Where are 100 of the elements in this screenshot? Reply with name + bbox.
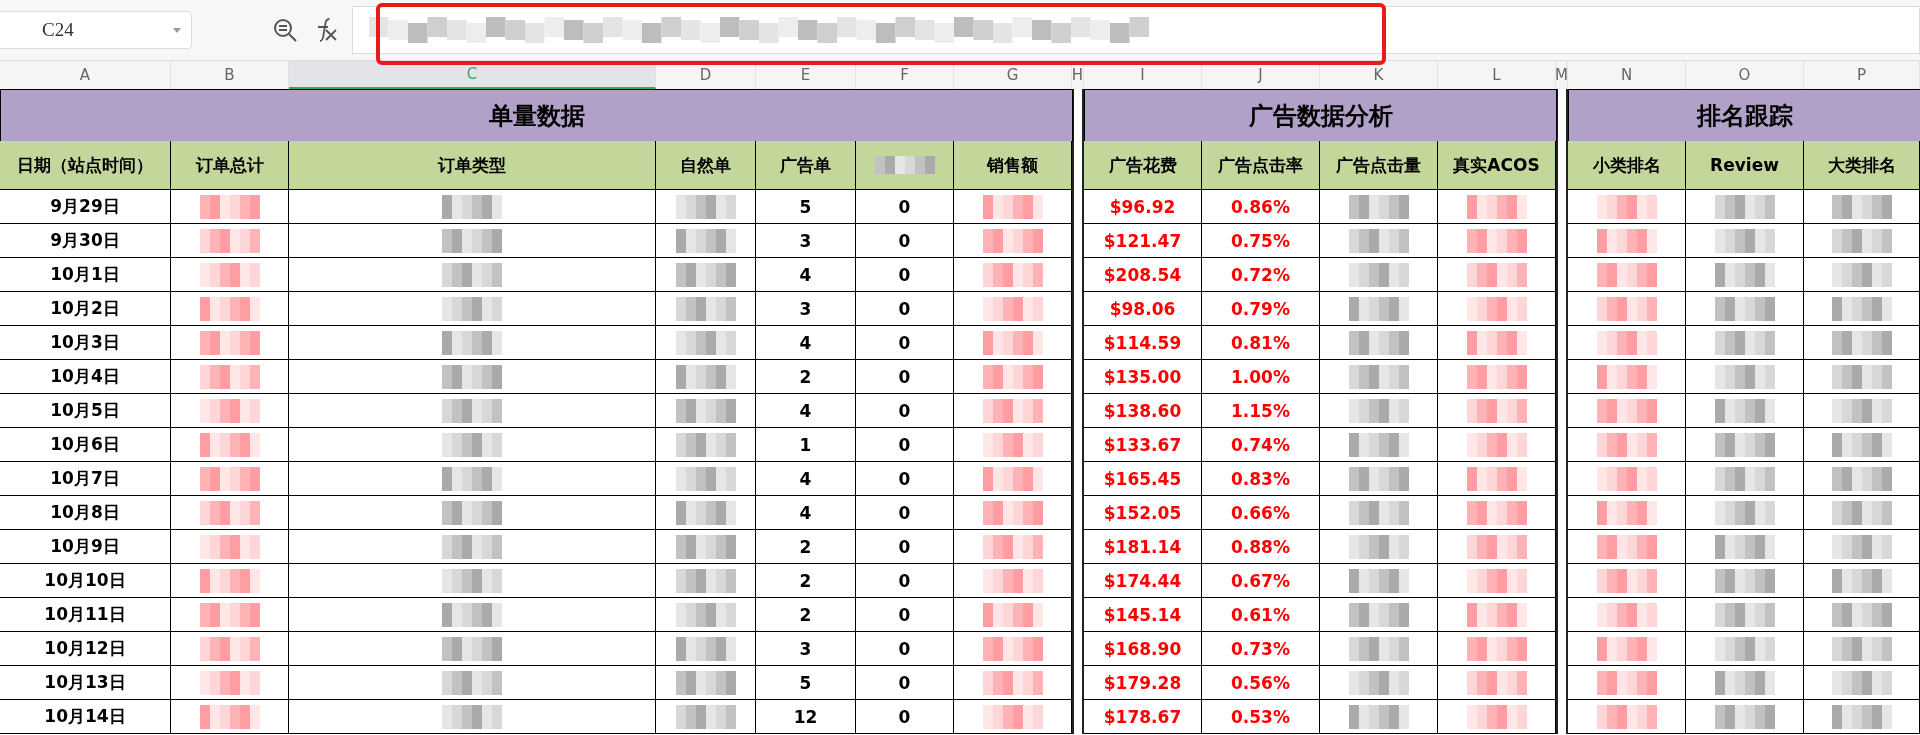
- redaction-mosaic: [982, 228, 1043, 253]
- table-cell: 0: [856, 666, 954, 700]
- redaction-mosaic: [199, 670, 260, 695]
- redaction-mosaic: [982, 398, 1043, 423]
- redaction-mosaic: [442, 330, 502, 355]
- column-header[interactable]: L: [1438, 61, 1556, 89]
- column-title: 广告点击率: [1202, 141, 1320, 190]
- redaction-mosaic: [1466, 704, 1527, 729]
- table-cell: $138.60: [1084, 394, 1202, 428]
- redaction-mosaic: [199, 228, 260, 253]
- formula-field[interactable]: [352, 6, 1920, 54]
- table-cell: $208.54: [1084, 258, 1202, 292]
- column-header[interactable]: A: [0, 61, 171, 89]
- redaction-mosaic: [982, 330, 1043, 355]
- column-header[interactable]: M: [1556, 61, 1568, 89]
- table-cell: 10月9日: [0, 530, 171, 564]
- redaction-mosaic: [199, 330, 260, 355]
- column-header[interactable]: N: [1568, 61, 1686, 89]
- redaction-mosaic: [675, 534, 736, 559]
- redaction-mosaic: [199, 704, 260, 729]
- redaction-mosaic: [1714, 602, 1775, 627]
- redaction-mosaic: [675, 228, 736, 253]
- redaction-mosaic: [675, 568, 736, 593]
- table-cell: 10月5日: [0, 394, 171, 428]
- redaction-mosaic: [675, 398, 736, 423]
- redaction-mosaic: [1714, 398, 1775, 423]
- redaction-mosaic: [199, 432, 260, 457]
- table-cell: 10月7日: [0, 462, 171, 496]
- section-title: 广告数据分析: [1084, 89, 1557, 142]
- table-cell: 0.73%: [1202, 632, 1320, 666]
- redaction-mosaic: [442, 228, 502, 253]
- redaction-mosaic: [199, 194, 260, 219]
- name-box[interactable]: C24: [0, 11, 192, 49]
- redaction-mosaic: [1596, 296, 1657, 321]
- table-cell: 9月29日: [0, 190, 171, 224]
- redaction-mosaic: [1714, 330, 1775, 355]
- redaction-mosaic: [1466, 466, 1527, 491]
- redaction-mosaic: [1596, 670, 1657, 695]
- table-cell: 0.88%: [1202, 530, 1320, 564]
- table-cell: 4: [756, 462, 856, 496]
- redaction-mosaic: [1466, 296, 1527, 321]
- redaction-mosaic: [675, 704, 736, 729]
- table-cell: 10月6日: [0, 428, 171, 462]
- redaction-mosaic: [1714, 534, 1775, 559]
- column-title: 订单总计: [171, 141, 289, 190]
- section-title: 排名跟踪: [1568, 89, 1920, 142]
- redaction-mosaic: [1714, 194, 1775, 219]
- table-cell: 3: [756, 292, 856, 326]
- redaction-mosaic: [199, 296, 260, 321]
- column-header[interactable]: O: [1686, 61, 1804, 89]
- table-cell: 2: [756, 598, 856, 632]
- redaction-mosaic: [1831, 296, 1892, 321]
- redaction-mosaic: [675, 602, 736, 627]
- table-cell: 10月13日: [0, 666, 171, 700]
- redaction-mosaic: [982, 364, 1043, 389]
- redaction-mosaic: [442, 262, 502, 287]
- table-cell: 4: [756, 326, 856, 360]
- redaction-mosaic: [1348, 670, 1409, 695]
- table-cell: 10月3日: [0, 326, 171, 360]
- table-cell: 0: [856, 224, 954, 258]
- table-cell: 0: [856, 462, 954, 496]
- column-header[interactable]: P: [1804, 61, 1920, 89]
- redaction-mosaic: [1348, 194, 1409, 219]
- column-header[interactable]: K: [1320, 61, 1438, 89]
- redaction-mosaic: [442, 194, 502, 219]
- redaction-mosaic: [675, 466, 736, 491]
- table-cell: $121.47: [1084, 224, 1202, 258]
- redaction-mosaic: [982, 704, 1043, 729]
- redaction-mosaic: [874, 156, 935, 174]
- redaction-mosaic: [1714, 704, 1775, 729]
- table-cell: 0.79%: [1202, 292, 1320, 326]
- redaction-mosaic: [199, 500, 260, 525]
- redaction-mosaic: [442, 670, 502, 695]
- table-cell: 5: [756, 190, 856, 224]
- table-cell: 1.00%: [1202, 360, 1320, 394]
- zoom-icon[interactable]: [272, 17, 298, 43]
- redaction-mosaic: [442, 602, 502, 627]
- redaction-mosaic: [442, 432, 502, 457]
- redaction-mosaic: [1596, 262, 1657, 287]
- table-cell: 0: [856, 190, 954, 224]
- column-header[interactable]: B: [171, 61, 289, 89]
- redaction-mosaic: [442, 466, 502, 491]
- table-cell: $114.59: [1084, 326, 1202, 360]
- redaction-mosaic: [675, 330, 736, 355]
- redaction-mosaic: [1466, 670, 1527, 695]
- table-cell: 10月2日: [0, 292, 171, 326]
- column-title: 广告点击量: [1320, 141, 1438, 190]
- redaction-mosaic: [1596, 330, 1657, 355]
- redaction-mosaic: [1596, 568, 1657, 593]
- redaction-mosaic: [982, 534, 1043, 559]
- redaction-mosaic: [982, 432, 1043, 457]
- redaction-mosaic: [442, 364, 502, 389]
- table-cell: $179.28: [1084, 666, 1202, 700]
- table-cell: 0: [856, 360, 954, 394]
- redaction-mosaic: [675, 432, 736, 457]
- redaction-mosaic: [1714, 670, 1775, 695]
- table-cell: 10月10日: [0, 564, 171, 598]
- redaction-mosaic: [1348, 500, 1409, 525]
- column-title: 订单类型: [289, 141, 656, 190]
- table-cell: 10月4日: [0, 360, 171, 394]
